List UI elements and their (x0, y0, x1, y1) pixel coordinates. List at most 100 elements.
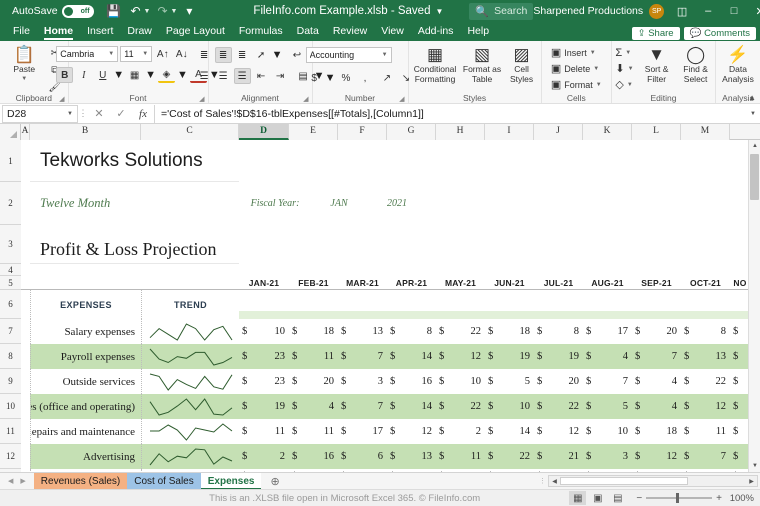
value-cell[interactable]: $20 (632, 319, 681, 344)
formula-input[interactable]: ='Cost of Sales'!$D$16-tblExpenses[[#Tot… (154, 104, 746, 123)
row-header-13[interactable]: 13 (0, 469, 21, 472)
value-cell[interactable]: $6 (338, 444, 387, 469)
page-break-preview-icon[interactable]: ▤ (609, 491, 626, 505)
share-button[interactable]: ⇪ Share (631, 27, 680, 40)
row-header-5[interactable]: 5 (0, 276, 21, 290)
value-cell[interactable]: $7 (681, 444, 730, 469)
expense-label[interactable]: Outside services (30, 369, 141, 394)
cell-A[interactable] (21, 394, 30, 419)
expense-label[interactable]: Supplies (office and operating) (30, 394, 141, 419)
cell-A[interactable] (21, 319, 30, 344)
value-cell[interactable]: $10 (239, 319, 289, 344)
horizontal-scrollbar[interactable]: ◀ ▶ (548, 475, 758, 487)
value-cell[interactable]: $3 (338, 369, 387, 394)
value-cell[interactable]: $19 (239, 394, 289, 419)
clear-button[interactable]: ◇ ▼ (612, 77, 636, 92)
cell-D4[interactable] (239, 264, 760, 276)
align-top-icon[interactable]: ≣ (196, 47, 213, 63)
cell-A[interactable] (21, 469, 30, 472)
row-header-11[interactable]: 11 (0, 419, 21, 444)
row-header-2[interactable]: 2 (0, 182, 21, 225)
column-header-E[interactable]: E (289, 124, 338, 140)
save-icon[interactable]: 💾 (104, 2, 124, 20)
value-cell[interactable]: $4 (632, 394, 681, 419)
borders-dropdown-icon[interactable]: ▼ (145, 69, 156, 81)
format-as-table-button[interactable]: ▧ Format as Table (461, 43, 503, 84)
sort-filter-button[interactable]: ▼ Sort & Filter (639, 43, 675, 84)
cell-D3[interactable] (239, 225, 760, 264)
column-header-D[interactable]: D (239, 124, 289, 140)
wrap-text-icon[interactable]: ↩ (288, 47, 305, 63)
cancel-icon[interactable]: ✕ (88, 107, 110, 120)
increase-indent-icon[interactable]: ⇥ (272, 68, 289, 84)
split-handle[interactable]: ⋮ (539, 477, 546, 485)
delete-cells-button[interactable]: ▣ Delete ▼ (548, 61, 605, 76)
value-cell[interactable]: $11 (436, 444, 485, 469)
zoom-level[interactable]: 100% (726, 493, 754, 504)
value-cell[interactable]: $13 (387, 444, 436, 469)
document-title-dropdown-icon[interactable]: ▼ (435, 7, 443, 16)
find-select-button[interactable]: ◯ Find & Select (677, 43, 715, 84)
row-header-6[interactable]: 6 (0, 290, 21, 319)
fill-button[interactable]: ⬇ ▼ (612, 61, 636, 76)
row-header-8[interactable]: 8 (0, 344, 21, 369)
next-sheet-icon[interactable]: ▶ (20, 477, 25, 485)
value-cell[interactable]: $2 (239, 444, 289, 469)
collapse-ribbon-icon[interactable]: ▲ (748, 93, 756, 102)
column-header-B[interactable]: B (30, 124, 141, 140)
align-bottom-icon[interactable]: ≣ (234, 47, 251, 63)
previous-sheet-icon[interactable]: ◀ (8, 477, 13, 485)
decrease-indent-icon[interactable]: ⇤ (253, 68, 270, 84)
value-cell[interactable]: $7 (338, 344, 387, 369)
sparkline-cell[interactable] (141, 469, 239, 472)
tab-insert[interactable]: Insert (80, 22, 120, 41)
sparkline-cell[interactable] (141, 394, 239, 419)
conditional-formatting-button[interactable]: ▦ Conditional Formatting (411, 43, 459, 84)
align-left-icon[interactable]: ☰ (196, 68, 213, 84)
clipboard-dialog-launcher[interactable]: ◢ (59, 95, 64, 103)
value-cell[interactable]: $12 (387, 419, 436, 444)
sheet-tab-revenues[interactable]: Revenues (Sales) (33, 472, 128, 490)
increase-decimal-icon[interactable]: ↗ (378, 70, 395, 86)
borders-icon[interactable]: ▦ (126, 67, 143, 83)
scroll-left-icon[interactable]: ◀ (549, 478, 560, 485)
scroll-down-icon[interactable]: ▼ (749, 460, 760, 472)
value-cell[interactable]: $11 (289, 344, 338, 369)
value-cell-partial[interactable]: $ (730, 469, 750, 473)
customize-quick-access-icon[interactable]: ▾ (179, 2, 199, 20)
value-cell[interactable]: $13 (681, 344, 730, 369)
month-header-apr[interactable]: APR-21 (387, 276, 436, 289)
value-cell[interactable]: $17 (338, 419, 387, 444)
name-box[interactable]: D28 ▼ (2, 104, 78, 123)
value-cell[interactable]: $18 (485, 319, 534, 344)
value-cell[interactable]: $14 (632, 469, 681, 473)
comments-button[interactable]: 💬 Comments (683, 27, 756, 40)
value-cell[interactable]: $4 (289, 394, 338, 419)
clear-dropdown-icon[interactable]: ▼ (627, 82, 633, 88)
value-cell[interactable]: $20 (534, 469, 583, 473)
value-cell[interactable]: $13 (338, 319, 387, 344)
number-dialog-launcher[interactable]: ◢ (399, 95, 404, 103)
document-title[interactable]: FileInfo.com Example.xlsb - Saved ▼ (253, 5, 443, 17)
value-cell[interactable]: $23 (239, 369, 289, 394)
value-cell[interactable]: $11 (387, 469, 436, 473)
row-header-9[interactable]: 9 (0, 369, 21, 394)
tab-formulas[interactable]: Formulas (232, 22, 290, 41)
cell-B1-company-title[interactable]: Tekworks Solutions (30, 140, 239, 182)
align-middle-icon[interactable]: ≣ (214, 47, 232, 63)
value-cell[interactable]: $18 (289, 319, 338, 344)
month-header-jun[interactable]: JUN-21 (485, 276, 534, 289)
avatar[interactable]: SP (649, 3, 665, 19)
value-cell[interactable]: $22 (681, 469, 730, 473)
value-cell[interactable]: $17 (583, 319, 632, 344)
expense-label[interactable]: Salary expenses (30, 319, 141, 344)
cell-D1[interactable] (239, 140, 760, 182)
value-cell[interactable]: $19 (534, 344, 583, 369)
value-cell[interactable]: $11 (338, 469, 387, 473)
tab-file[interactable]: File (6, 22, 37, 41)
month-header-aug[interactable]: AUG-21 (583, 276, 632, 289)
cell-F2-fiscal-year-value[interactable]: 2021 (367, 182, 427, 225)
value-cell[interactable]: $14 (485, 419, 534, 444)
value-cell[interactable]: $2 (436, 419, 485, 444)
row-header-3[interactable]: 3 (0, 225, 21, 264)
